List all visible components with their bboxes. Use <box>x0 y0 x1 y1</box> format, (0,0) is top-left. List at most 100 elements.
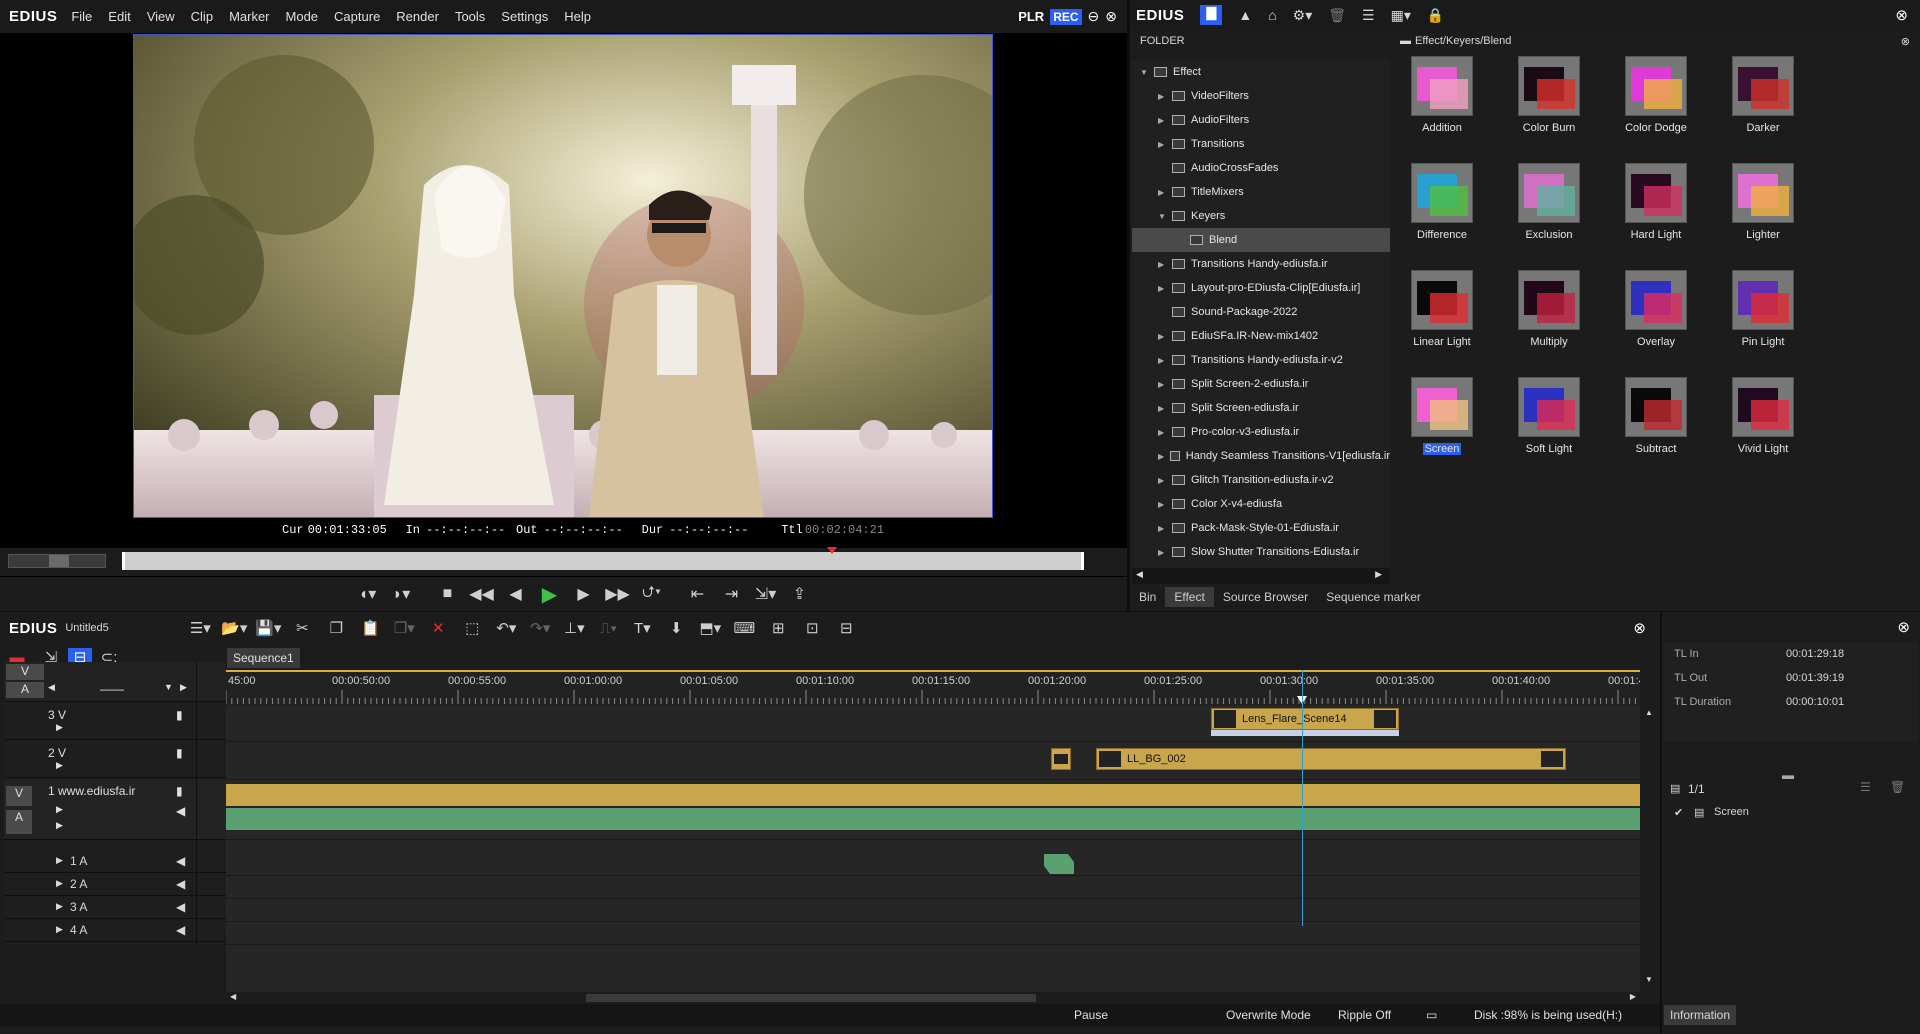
tree-hscrollbar[interactable]: ◀ ▶ <box>1132 568 1390 584</box>
expand-a4-icon[interactable]: ▶ <box>56 924 63 935</box>
va-a-button[interactable]: A <box>6 810 32 834</box>
tab-bin[interactable]: Bin <box>1130 587 1165 607</box>
tree-item[interactable]: ▶ Slow Shutter Transitions-Ediusfa.ir <box>1132 540 1390 564</box>
plr-toggle[interactable]: PLR <box>1018 9 1044 24</box>
menu-tools[interactable]: Tools <box>447 9 493 24</box>
group-icon[interactable]: ⎍▾ <box>591 620 625 637</box>
effect-item[interactable]: Screen <box>1392 373 1492 473</box>
collapse-arrow-icon[interactable]: ▼ <box>1158 212 1168 221</box>
title-icon[interactable]: T▾ <box>625 619 659 637</box>
expand-a1-icon[interactable]: ▶ <box>56 855 63 866</box>
tree-item[interactable]: ▶ Pro-color-v3-ediusfa.ir <box>1132 420 1390 444</box>
undo-icon[interactable]: ↶▾ <box>489 619 523 637</box>
tree-item[interactable]: AudioCrossFades <box>1132 156 1390 180</box>
step-forward-icon[interactable]: ▶ <box>567 584 601 604</box>
expand-1v-icon[interactable]: ▶ <box>56 804 63 815</box>
expand-arrow-icon[interactable]: ▶ <box>1158 452 1166 461</box>
zoom-left-icon[interactable]: ◀ <box>48 682 55 693</box>
menu-render[interactable]: Render <box>388 9 447 24</box>
tree-item[interactable]: ▶ Pack-Mask-Style-01-Ediusfa.ir <box>1132 516 1390 540</box>
expand-arrow-icon[interactable]: ▶ <box>1158 284 1168 293</box>
redo-icon[interactable]: ↷▾ <box>523 619 557 637</box>
hscroll-left-icon[interactable]: ◀ <box>230 992 236 1001</box>
cut-icon[interactable]: ✂ <box>285 619 319 637</box>
effect-item[interactable]: Linear Light <box>1392 266 1492 366</box>
expand-arrow-icon[interactable]: ▶ <box>1158 188 1168 197</box>
tree-item[interactable]: ▶ Transitions Handy-ediusfa.ir <box>1132 252 1390 276</box>
effect-item[interactable]: Difference <box>1392 159 1492 259</box>
delete-clip-icon[interactable]: ✕ <box>421 619 455 637</box>
video-mute-3v-icon[interactable]: ▮ <box>176 708 183 722</box>
lane-1va[interactable] <box>226 780 1640 840</box>
tab-effect[interactable]: Effect <box>1165 587 1214 607</box>
zoom-value[interactable]: —— <box>100 682 124 696</box>
settings-dropdown-icon[interactable]: ⚙▾ <box>1293 7 1313 24</box>
speaker-icon[interactable]: ◀ <box>176 854 185 868</box>
fx-close-icon[interactable]: ⊗ <box>1895 6 1908 24</box>
grid-view-icon[interactable]: ▦▾ <box>1391 7 1411 24</box>
expand-arrow-icon[interactable]: ▶ <box>1158 332 1168 341</box>
match-frame-in-icon[interactable]: ⇤ <box>681 584 715 604</box>
tree-item[interactable]: ▼ Effect <box>1132 60 1390 84</box>
shuttle-knob[interactable] <box>49 555 69 567</box>
split-icon[interactable]: ⊥▾ <box>557 619 591 637</box>
loop-icon[interactable]: ⮍▾ <box>635 581 669 608</box>
speaker-icon[interactable]: ◀ <box>176 923 185 937</box>
tree-item[interactable]: Sound-Package-2022 <box>1132 300 1390 324</box>
applied-effect-row[interactable]: ✔ ▤ Screen <box>1664 802 1918 824</box>
open-bin-icon[interactable]: ⌂ <box>1268 7 1276 23</box>
tree-item[interactable]: ▶ Layout-pro-EDiusfa-Clip[Ediusfa.ir] <box>1132 276 1390 300</box>
track-header-3v[interactable]: 3 V ▶ ▮ <box>4 704 226 740</box>
timeline-playhead[interactable] <box>1302 670 1303 926</box>
scrub-playhead[interactable] <box>827 547 838 554</box>
lock-icon[interactable]: 🔒 <box>1427 7 1444 24</box>
effect-item[interactable]: Soft Light <box>1499 373 1599 473</box>
triangle-icon[interactable]: ▲ <box>1238 7 1252 23</box>
tree-item[interactable]: ▶ TitleMixers <box>1132 180 1390 204</box>
hscroll-right-icon[interactable]: ▶ <box>1630 992 1636 1001</box>
effect-item[interactable]: Multiply <box>1499 266 1599 366</box>
clip-1v-audio[interactable] <box>226 808 1640 830</box>
set-out-icon[interactable]: ◗▾ <box>385 584 419 604</box>
track-header-a3[interactable]: ▶ 3 A ◀ <box>4 896 226 919</box>
match-frame-out-icon[interactable]: ⇥ <box>715 584 749 604</box>
va-v-button[interactable]: V <box>6 786 32 806</box>
effect-list-menu-icon[interactable]: ☰ <box>1860 780 1871 794</box>
audio-clip-1a[interactable] <box>1044 854 1074 874</box>
monitor-icon[interactable]: ▭ <box>1426 1008 1437 1022</box>
save-project-icon[interactable]: 💾▾ <box>251 619 285 637</box>
a-channel-button[interactable]: A <box>6 682 44 698</box>
scroll-right-icon[interactable]: ▶ <box>1375 569 1382 580</box>
menu-file[interactable]: File <box>63 9 100 24</box>
effect-item[interactable]: Lighter <box>1713 159 1813 259</box>
effect-item[interactable]: Darker <box>1713 52 1813 152</box>
tree-item[interactable]: ▼ Keyers <box>1132 204 1390 228</box>
render-icon[interactable]: ⬒▾ <box>693 619 727 637</box>
effect-item[interactable]: Pin Light <box>1713 266 1813 366</box>
vscroll-down-icon[interactable]: ▼ <box>1645 975 1653 984</box>
tree-item[interactable]: ▶ Split Screen-2-ediusfa.ir <box>1132 372 1390 396</box>
tree-item[interactable]: ▶ Handy Seamless Transitions-V1[ediusfa.i… <box>1132 444 1390 468</box>
tree-item[interactable]: Blend <box>1132 228 1390 252</box>
export-icon[interactable]: ⇪ <box>783 584 817 604</box>
effect-item[interactable]: Overlay <box>1606 266 1706 366</box>
expand-1a-icon[interactable]: ▶ <box>56 820 63 831</box>
track-header-a2[interactable]: ▶ 2 A ◀ <box>4 873 226 896</box>
expand-a2-icon[interactable]: ▶ <box>56 878 63 889</box>
step-back-icon[interactable]: ◀ <box>499 584 533 604</box>
path-close-icon[interactable]: ⊗ <box>1901 35 1910 48</box>
tree-item[interactable]: ▶ Transitions Handy-ediusfa.ir-v2 <box>1132 348 1390 372</box>
effect-item[interactable]: Exclusion <box>1499 159 1599 259</box>
track-header-1va[interactable]: V A 1 www.ediusfa.ir ▶ ▶ ▮ ◀ <box>4 780 226 840</box>
video-mute-2v-icon[interactable]: ▮ <box>176 746 183 760</box>
expand-a3-icon[interactable]: ▶ <box>56 901 63 912</box>
lane-4a[interactable] <box>226 922 1640 945</box>
information-tab[interactable]: Information <box>1664 1005 1737 1025</box>
menu-marker[interactable]: Marker <box>221 9 277 24</box>
effect-item[interactable]: Vivid Light <box>1713 373 1813 473</box>
tab-sequence-marker[interactable]: Sequence marker <box>1317 587 1430 607</box>
audio-mute-1v-icon[interactable]: ◀ <box>176 804 185 818</box>
track-header-a4[interactable]: ▶ 4 A ◀ <box>4 919 226 942</box>
menu-edit[interactable]: Edit <box>100 9 138 24</box>
tree-item[interactable]: ▶ Color X-v4-ediusfa <box>1132 492 1390 516</box>
